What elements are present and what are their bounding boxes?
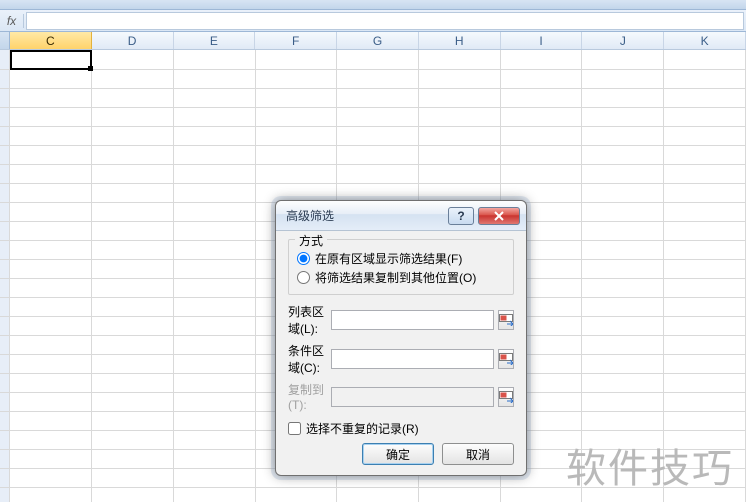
colhead-k[interactable]: K (664, 32, 746, 49)
colhead-g[interactable]: G (337, 32, 419, 49)
copy-to-label: 复制到(T): (288, 381, 331, 412)
colhead-c[interactable]: C (10, 32, 92, 49)
list-range-input[interactable] (331, 310, 494, 330)
worksheet[interactable]: C D E F G H I J K 软件技巧 高级筛选 ? 方式 在原有区域显示… (0, 32, 746, 502)
rowhead-gutter (0, 32, 10, 49)
copy-to-input (331, 387, 494, 407)
dialog-title: 高级筛选 (286, 207, 444, 224)
colhead-j[interactable]: J (582, 32, 664, 49)
ribbon-edge (0, 0, 746, 10)
radio-filter-in-place[interactable]: 在原有区域显示筛选结果(F) (297, 250, 505, 267)
colhead-d[interactable]: D (92, 32, 174, 49)
colhead-i[interactable]: I (501, 32, 583, 49)
help-button[interactable]: ? (448, 207, 474, 225)
formula-bar: fx (0, 10, 746, 32)
criteria-range-input[interactable] (331, 349, 494, 369)
formula-input[interactable] (26, 12, 744, 30)
colhead-e[interactable]: E (174, 32, 256, 49)
range-picker-icon (499, 391, 513, 403)
advanced-filter-dialog: 高级筛选 ? 方式 在原有区域显示筛选结果(F) 将筛选结果复制到其他位置(O)… (275, 200, 527, 476)
close-button[interactable] (478, 207, 520, 225)
cancel-button[interactable]: 取消 (442, 443, 514, 465)
colhead-h[interactable]: H (419, 32, 501, 49)
criteria-range-row: 条件区域(C): (288, 342, 514, 376)
action-group: 方式 在原有区域显示筛选结果(F) 将筛选结果复制到其他位置(O) (288, 239, 514, 295)
fx-icon[interactable]: fx (0, 14, 24, 28)
dialog-button-row: 确定 取消 (288, 443, 514, 465)
dialog-body: 方式 在原有区域显示筛选结果(F) 将筛选结果复制到其他位置(O) 列表区域(L… (276, 231, 526, 475)
close-icon (493, 210, 505, 222)
list-range-label: 列表区域(L): (288, 303, 331, 337)
unique-records-label: 选择不重复的记录(R) (306, 420, 419, 437)
radio-copy-to-location-label: 将筛选结果复制到其他位置(O) (315, 269, 476, 286)
group-legend: 方式 (295, 232, 327, 249)
radio-filter-in-place-input[interactable] (297, 252, 310, 265)
list-range-row: 列表区域(L): (288, 303, 514, 337)
unique-records-checkbox[interactable] (288, 422, 301, 435)
copy-to-row: 复制到(T): (288, 381, 514, 412)
range-picker-icon (499, 353, 513, 365)
radio-filter-in-place-label: 在原有区域显示筛选结果(F) (315, 250, 462, 267)
column-headers: C D E F G H I J K (0, 32, 746, 50)
ok-button[interactable]: 确定 (362, 443, 434, 465)
colhead-f[interactable]: F (255, 32, 337, 49)
list-range-picker-button[interactable] (498, 310, 514, 330)
copy-to-picker-button[interactable] (498, 387, 514, 407)
radio-copy-to-location-input[interactable] (297, 271, 310, 284)
dialog-titlebar[interactable]: 高级筛选 ? (276, 201, 526, 231)
criteria-range-label: 条件区域(C): (288, 342, 331, 376)
criteria-range-picker-button[interactable] (498, 349, 514, 369)
range-picker-icon (499, 314, 513, 326)
unique-records-checkbox-row[interactable]: 选择不重复的记录(R) (288, 420, 514, 437)
radio-copy-to-location[interactable]: 将筛选结果复制到其他位置(O) (297, 269, 505, 286)
